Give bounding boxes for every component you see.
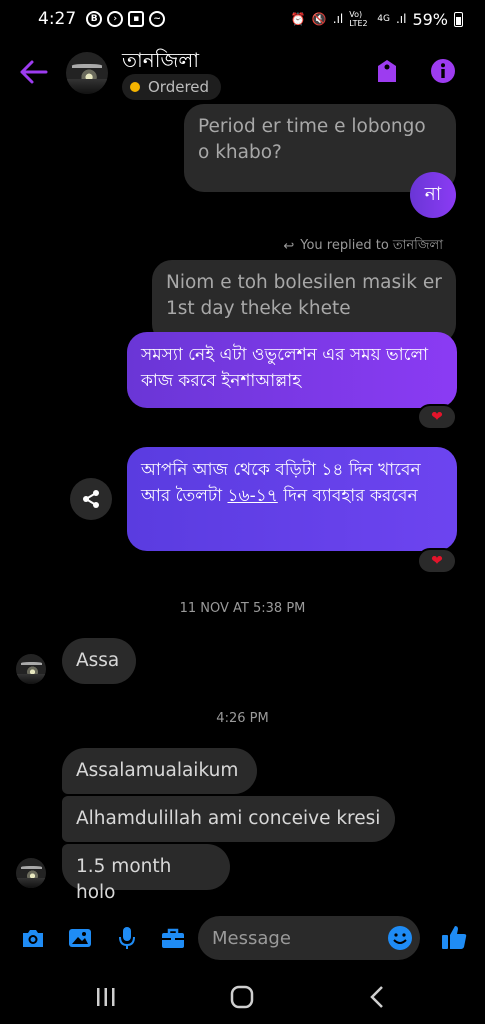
back-nav-icon[interactable] bbox=[364, 984, 392, 1010]
link-text[interactable]: ১৬-১৭ bbox=[227, 486, 277, 506]
home-icon[interactable] bbox=[228, 984, 256, 1010]
heart-reaction[interactable]: ❤ bbox=[417, 548, 457, 574]
message-text: সমস্যা নেই এটা ওভুলেশন এর সময় ভালো কাজ … bbox=[141, 345, 429, 391]
message-text: আপনি আজ থেকে বড়িটা ১৪ দিন খাবেন আর তৈলট… bbox=[141, 460, 421, 506]
message-sent-3[interactable]: সমস্যা নেই এটা ওভুলেশন এর সময় ভালো কাজ … bbox=[127, 332, 457, 408]
status-time: 4:27 bbox=[38, 9, 77, 29]
b-icon: B bbox=[86, 11, 103, 27]
gallery-icon[interactable] bbox=[67, 925, 93, 951]
mute-icon: 🔇 bbox=[311, 12, 327, 26]
camera-icon[interactable] bbox=[20, 925, 46, 951]
message-sent-4[interactable]: আপনি আজ থেকে বড়িটা ১৪ দিন খাবেন আর তৈলট… bbox=[127, 447, 457, 551]
microphone-icon[interactable] bbox=[114, 925, 140, 951]
message-text: Assa bbox=[76, 650, 120, 671]
back-arrow-icon[interactable] bbox=[18, 58, 48, 86]
message-received-1[interactable]: Assa bbox=[62, 638, 136, 684]
system-nav-bar bbox=[0, 970, 485, 1024]
message-text: Assalamualaikum bbox=[76, 760, 239, 781]
reply-note: You replied to তানজিলা bbox=[300, 238, 443, 253]
recent-apps-icon[interactable] bbox=[92, 984, 120, 1010]
share-button[interactable] bbox=[70, 478, 112, 520]
chat-header: তানজিলা Ordered bbox=[0, 40, 485, 104]
status-dot bbox=[130, 82, 140, 92]
reply-icon: ↩ bbox=[283, 239, 295, 254]
message-text: Period er time e lobongo o khabo? bbox=[198, 116, 426, 163]
quoted-text: Niom e toh bolesilen masik er 1st day th… bbox=[166, 272, 442, 319]
signal-icon-2: .ıl bbox=[395, 12, 407, 26]
heart-reaction[interactable]: ❤ bbox=[417, 404, 457, 430]
message-received-3[interactable]: Alhamdulillah ami conceive kresi bbox=[62, 796, 395, 842]
square-icon: ▪ bbox=[128, 11, 145, 27]
status-bar: 4:27 B › ▪ ~ ⏰ 🔇 .ıl Vo) LTE2 4G .ıl 59% bbox=[0, 0, 485, 38]
contact-avatar-small[interactable] bbox=[16, 654, 46, 684]
heart-icon: ❤ bbox=[431, 553, 443, 569]
order-status-badge[interactable]: Ordered bbox=[122, 74, 222, 100]
message-text: Alhamdulillah ami conceive kresi bbox=[76, 808, 381, 829]
message-sent-2[interactable]: না bbox=[410, 172, 456, 218]
battery-icon bbox=[454, 11, 463, 27]
share-icon bbox=[83, 490, 99, 508]
message-text: 1.5 month holo bbox=[76, 856, 172, 903]
tag-icon[interactable] bbox=[374, 58, 400, 84]
messenger-icon: ~ bbox=[149, 11, 166, 27]
message-received-4[interactable]: 1.5 month holo bbox=[62, 844, 230, 903]
composer bbox=[0, 914, 485, 962]
network-type: 4G bbox=[377, 14, 390, 24]
time-separator: 4:26 PM bbox=[216, 711, 269, 726]
order-status-label: Ordered bbox=[148, 78, 210, 96]
briefcase-icon[interactable] bbox=[160, 925, 186, 951]
info-icon[interactable] bbox=[430, 58, 456, 84]
battery-percent: 59% bbox=[412, 9, 448, 29]
thumbs-up-icon[interactable] bbox=[440, 923, 468, 951]
emoji-icon[interactable] bbox=[387, 925, 413, 951]
contact-avatar[interactable] bbox=[66, 52, 108, 94]
notification-icons: B › ▪ ~ bbox=[86, 11, 166, 27]
alarm-icon: ⏰ bbox=[290, 12, 306, 26]
reply-indicator: ↩ You replied to তানজিলা bbox=[283, 236, 443, 257]
network-label: Vo) LTE2 bbox=[349, 10, 368, 28]
signal-icon: .ıl bbox=[332, 12, 344, 26]
navigation-icon: › bbox=[107, 11, 124, 27]
contact-avatar-small[interactable] bbox=[16, 858, 46, 888]
heart-icon: ❤ bbox=[431, 409, 443, 425]
message-text: না bbox=[424, 184, 442, 205]
date-separator: 11 NOV AT 5:38 PM bbox=[179, 601, 306, 616]
status-right: ⏰ 🔇 .ıl Vo) LTE2 4G .ıl 59% bbox=[291, 10, 463, 29]
message-received-2[interactable]: Assalamualaikum bbox=[62, 748, 257, 794]
